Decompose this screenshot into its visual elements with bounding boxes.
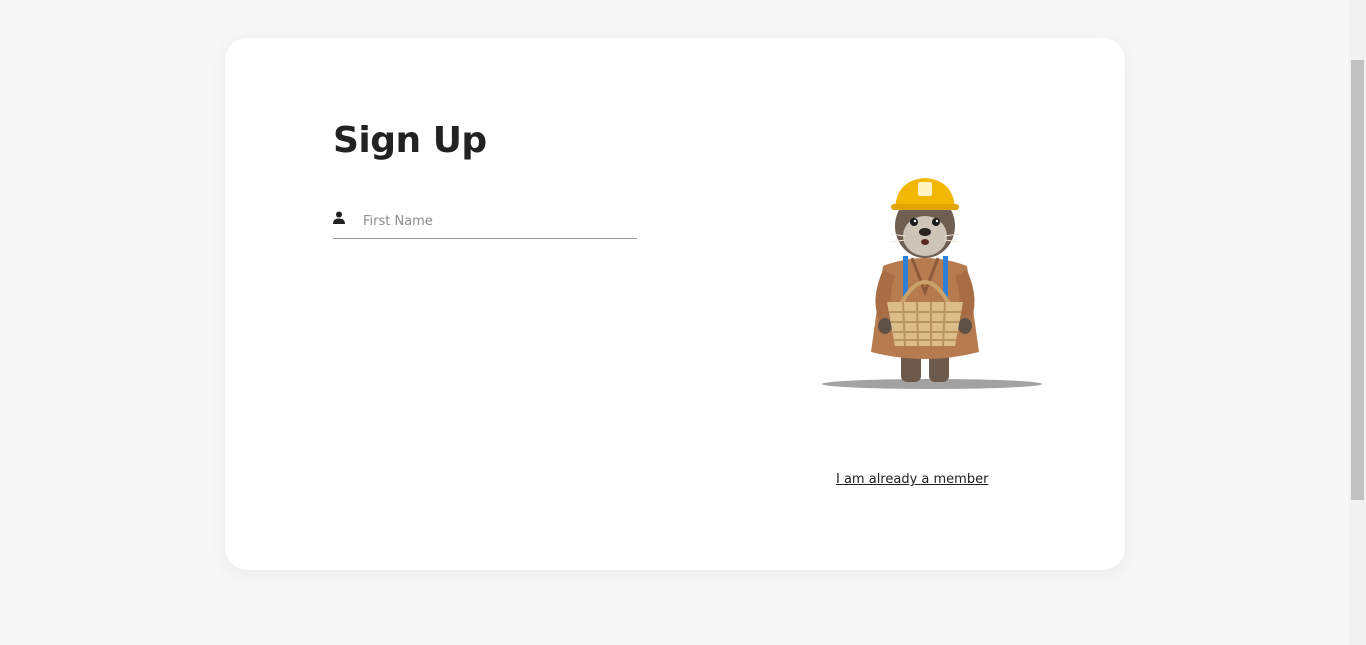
person-icon [333, 211, 345, 224]
scrollbar-thumb[interactable] [1351, 60, 1364, 500]
vertical-scrollbar[interactable] [1349, 0, 1366, 645]
signup-card: Sign Up First Name I am already a member [225, 38, 1125, 570]
page-title: Sign Up [333, 120, 487, 161]
beaver-mascot-illustration [822, 178, 1042, 389]
already-member-link[interactable]: I am already a member [836, 472, 988, 487]
first-name-field [333, 204, 637, 239]
page: Sign Up First Name I am already a member [0, 0, 1366, 645]
first-name-input[interactable] [363, 210, 633, 232]
